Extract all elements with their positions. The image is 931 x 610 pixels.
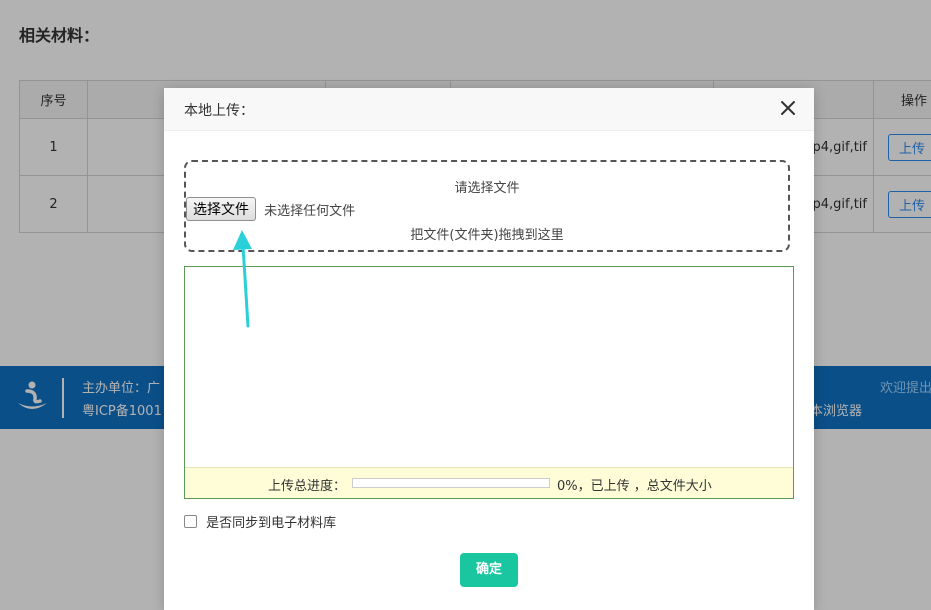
drop-zone-prompt: 请选择文件 bbox=[454, 181, 520, 196]
sync-option[interactable]: 是否同步到电子材料库 bbox=[184, 512, 336, 531]
dialog-title: 本地上传： bbox=[184, 103, 254, 119]
dialog-header: 本地上传： bbox=[164, 88, 814, 131]
close-icon[interactable] bbox=[778, 98, 798, 118]
progress-status: 0%，已上传 ，总文件大小 bbox=[557, 479, 712, 494]
no-file-label: 未选择任何文件 bbox=[264, 203, 356, 219]
sync-checkbox[interactable] bbox=[184, 515, 197, 528]
confirm-button[interactable]: 确定 bbox=[460, 553, 518, 587]
drag-hint: 把文件(文件夹)拖拽到这里 bbox=[410, 228, 564, 243]
file-list-area: 上传总进度： 0%，已上传 ，总文件大小 bbox=[184, 266, 794, 499]
file-drop-zone[interactable]: 请选择文件 选择文件 未选择任何文件 把文件(文件夹)拖拽到这里 bbox=[184, 160, 790, 252]
sync-checkbox-label: 是否同步到电子材料库 bbox=[206, 516, 337, 531]
file-input[interactable]: 选择文件 未选择任何文件 bbox=[186, 197, 355, 221]
progress-track bbox=[352, 478, 550, 488]
upload-dialog: 本地上传： 请选择文件 选择文件 未选择任何文件 把文件(文件夹)拖拽到这里 上… bbox=[164, 88, 814, 610]
choose-file-button[interactable]: 选择文件 bbox=[186, 197, 256, 221]
progress-label: 上传总进度： bbox=[268, 479, 347, 494]
upload-progress-bar: 上传总进度： 0%，已上传 ，总文件大小 bbox=[185, 467, 793, 498]
